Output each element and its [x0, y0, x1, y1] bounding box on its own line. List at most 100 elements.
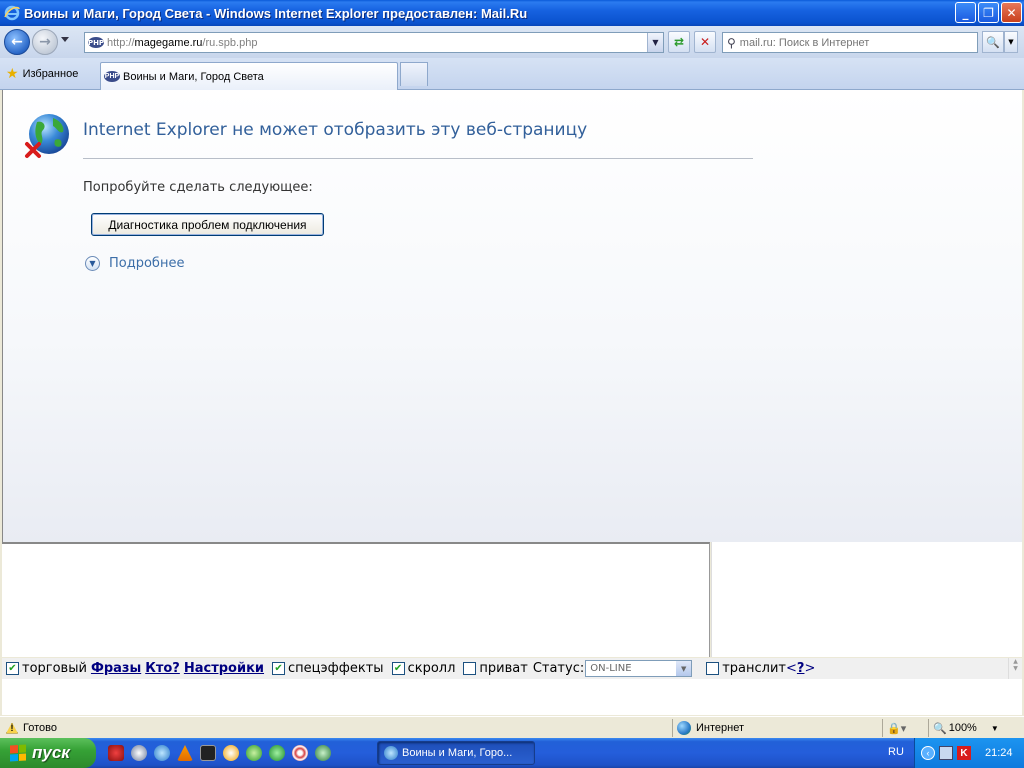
- chat-frame: [2, 542, 710, 657]
- status-text: Готово: [23, 722, 57, 734]
- refresh-button[interactable]: ⇄: [668, 31, 690, 53]
- tab-row: ★ Избранное PHP Воины и Маги, Город Свет…: [0, 58, 1024, 90]
- stop-icon: ✕: [699, 35, 711, 49]
- url-protocol: http://: [107, 36, 135, 49]
- window-title-bar[interactable]: Воины и Маги, Город Света - Windows Inte…: [0, 0, 1024, 26]
- internet-explorer-icon[interactable]: [154, 745, 170, 761]
- help-bracket-close: >: [804, 661, 816, 676]
- error-page: Internet Explorer не может отобразить эт…: [2, 90, 1022, 542]
- translit-label: транслит: [722, 661, 787, 676]
- close-button[interactable]: ✕: [1001, 2, 1022, 23]
- status-select[interactable]: ON-LINE ▼: [585, 660, 693, 677]
- effects-label: спецэффекты: [288, 661, 384, 676]
- network-icon[interactable]: [939, 746, 953, 760]
- effects-checkbox[interactable]: ✔: [272, 662, 286, 675]
- settings-link[interactable]: Настройки: [184, 661, 264, 676]
- search-input[interactable]: [739, 36, 960, 49]
- language-indicator[interactable]: RU: [888, 746, 904, 758]
- window-title: Воины и Маги, Город Света - Windows Inte…: [24, 5, 528, 21]
- search-provider-icon: ⚲: [727, 35, 736, 50]
- private-label: приват: [479, 661, 528, 676]
- address-dropdown-button[interactable]: ▼: [647, 33, 663, 52]
- security-zone[interactable]: Интернет: [672, 719, 880, 737]
- zoom-control[interactable]: 🔍 100% ▼: [928, 719, 1022, 737]
- chat-control-bar: ✔ торговый Фразы Кто? Настройки ✔ спецэф…: [2, 658, 1008, 679]
- more-information-toggle[interactable]: ▼ Подробнее: [85, 256, 184, 271]
- phrases-link[interactable]: Фразы: [91, 661, 141, 676]
- tab-php-icon: PHP: [104, 71, 120, 82]
- clock-app-icon[interactable]: [223, 745, 239, 761]
- windows-logo-icon: [10, 744, 26, 762]
- navigation-toolbar: ← → PHP http://magegame.ru/ru.spb.php ▼ …: [0, 26, 1024, 58]
- forward-button[interactable]: →: [32, 29, 58, 55]
- suggestion-text: Попробуйте сделать следующее:: [83, 180, 313, 195]
- chevron-down-icon: ▼: [652, 38, 659, 47]
- url-path: /ru.spb.php: [202, 36, 258, 49]
- favorites-button[interactable]: ★ Избранное: [6, 65, 78, 82]
- app-icon-globe[interactable]: [315, 745, 331, 761]
- status-text-cell: ! Готово: [2, 719, 664, 737]
- protected-mode-button[interactable]: 🔒▾: [882, 719, 926, 737]
- zoom-level: 100%: [948, 722, 977, 734]
- app-icon-green-2[interactable]: [269, 745, 285, 761]
- tray-expand-icon[interactable]: ‹: [921, 746, 935, 760]
- app-icon-target[interactable]: [292, 745, 308, 761]
- online-list-frame: [711, 542, 1022, 657]
- trade-label: торговый: [22, 661, 87, 676]
- taskbar-item-label: Воины и Маги, Горо...: [402, 747, 513, 759]
- stop-button[interactable]: ✕: [694, 31, 716, 53]
- vlc-icon[interactable]: [177, 745, 193, 761]
- warning-icon: !: [6, 722, 18, 734]
- search-box[interactable]: ⚲: [722, 32, 978, 53]
- translit-checkbox[interactable]: [706, 662, 720, 675]
- maximize-button[interactable]: ❐: [978, 2, 999, 23]
- tab-title: Воины и Маги, Город Света: [123, 70, 264, 83]
- chat-scrollbar[interactable]: ▲ ▼: [1008, 658, 1022, 679]
- start-button[interactable]: пуск: [0, 738, 96, 768]
- favorites-label: Избранное: [22, 67, 79, 80]
- star-icon: ★: [6, 65, 19, 81]
- search-options-dropdown[interactable]: ▼: [1004, 31, 1018, 53]
- arrow-left-icon: ←: [11, 34, 23, 50]
- history-dropdown-button[interactable]: [61, 37, 69, 42]
- who-link[interactable]: Кто?: [145, 661, 180, 676]
- back-button[interactable]: ←: [4, 29, 30, 55]
- chevron-down-icon: ▼: [1008, 38, 1014, 46]
- tab-active[interactable]: PHP Воины и Маги, Город Света: [100, 62, 398, 90]
- internet-explorer-icon: [4, 5, 20, 21]
- app-icon-1[interactable]: [108, 745, 124, 761]
- url-host: magegame.ru: [134, 36, 203, 49]
- message-input-area: [2, 679, 1022, 715]
- new-tab-button[interactable]: [400, 62, 428, 86]
- app-icon-green-1[interactable]: [246, 745, 262, 761]
- zone-label: Интернет: [696, 722, 744, 734]
- scroll-checkbox[interactable]: ✔: [391, 662, 405, 675]
- help-link[interactable]: ?: [797, 661, 805, 676]
- site-php-icon: PHP: [87, 37, 105, 48]
- clock: 21:24: [985, 747, 1013, 759]
- internet-zone-icon: [677, 721, 691, 735]
- start-label: пуск: [32, 743, 70, 762]
- arrow-right-icon: →: [39, 34, 51, 50]
- lock-icon: 🔒▾: [887, 722, 907, 735]
- diagnose-connection-button[interactable]: Диагностика проблем подключения: [91, 213, 324, 236]
- status-bar: ! Готово Интернет 🔒▾ 🔍 100% ▼: [0, 716, 1024, 738]
- trade-checkbox[interactable]: ✔: [6, 662, 19, 675]
- media-player-icon[interactable]: [131, 745, 147, 761]
- taskbar: пуск Воины и Маги, Горо... RU ‹ K 21:24: [0, 738, 1024, 768]
- scroll-label: скролл: [407, 661, 456, 676]
- search-button[interactable]: 🔍: [982, 31, 1004, 53]
- taskbar-item-ie[interactable]: Воины и Маги, Горо...: [377, 741, 535, 765]
- chevron-down-icon: ▼: [676, 661, 692, 676]
- antivirus-icon[interactable]: K: [957, 746, 971, 760]
- minimize-button[interactable]: _: [955, 2, 976, 23]
- status-label: Статус:: [532, 661, 585, 676]
- address-bar[interactable]: PHP http://magegame.ru/ru.spb.php ▼: [84, 32, 664, 53]
- help-bracket-open: <: [786, 661, 797, 676]
- more-information-label: Подробнее: [109, 256, 185, 271]
- chevron-down-icon: ▼: [85, 256, 100, 271]
- terminal-icon[interactable]: [200, 745, 216, 761]
- private-checkbox[interactable]: [463, 662, 477, 675]
- search-icon: 🔍: [986, 35, 1000, 49]
- divider: [83, 158, 753, 159]
